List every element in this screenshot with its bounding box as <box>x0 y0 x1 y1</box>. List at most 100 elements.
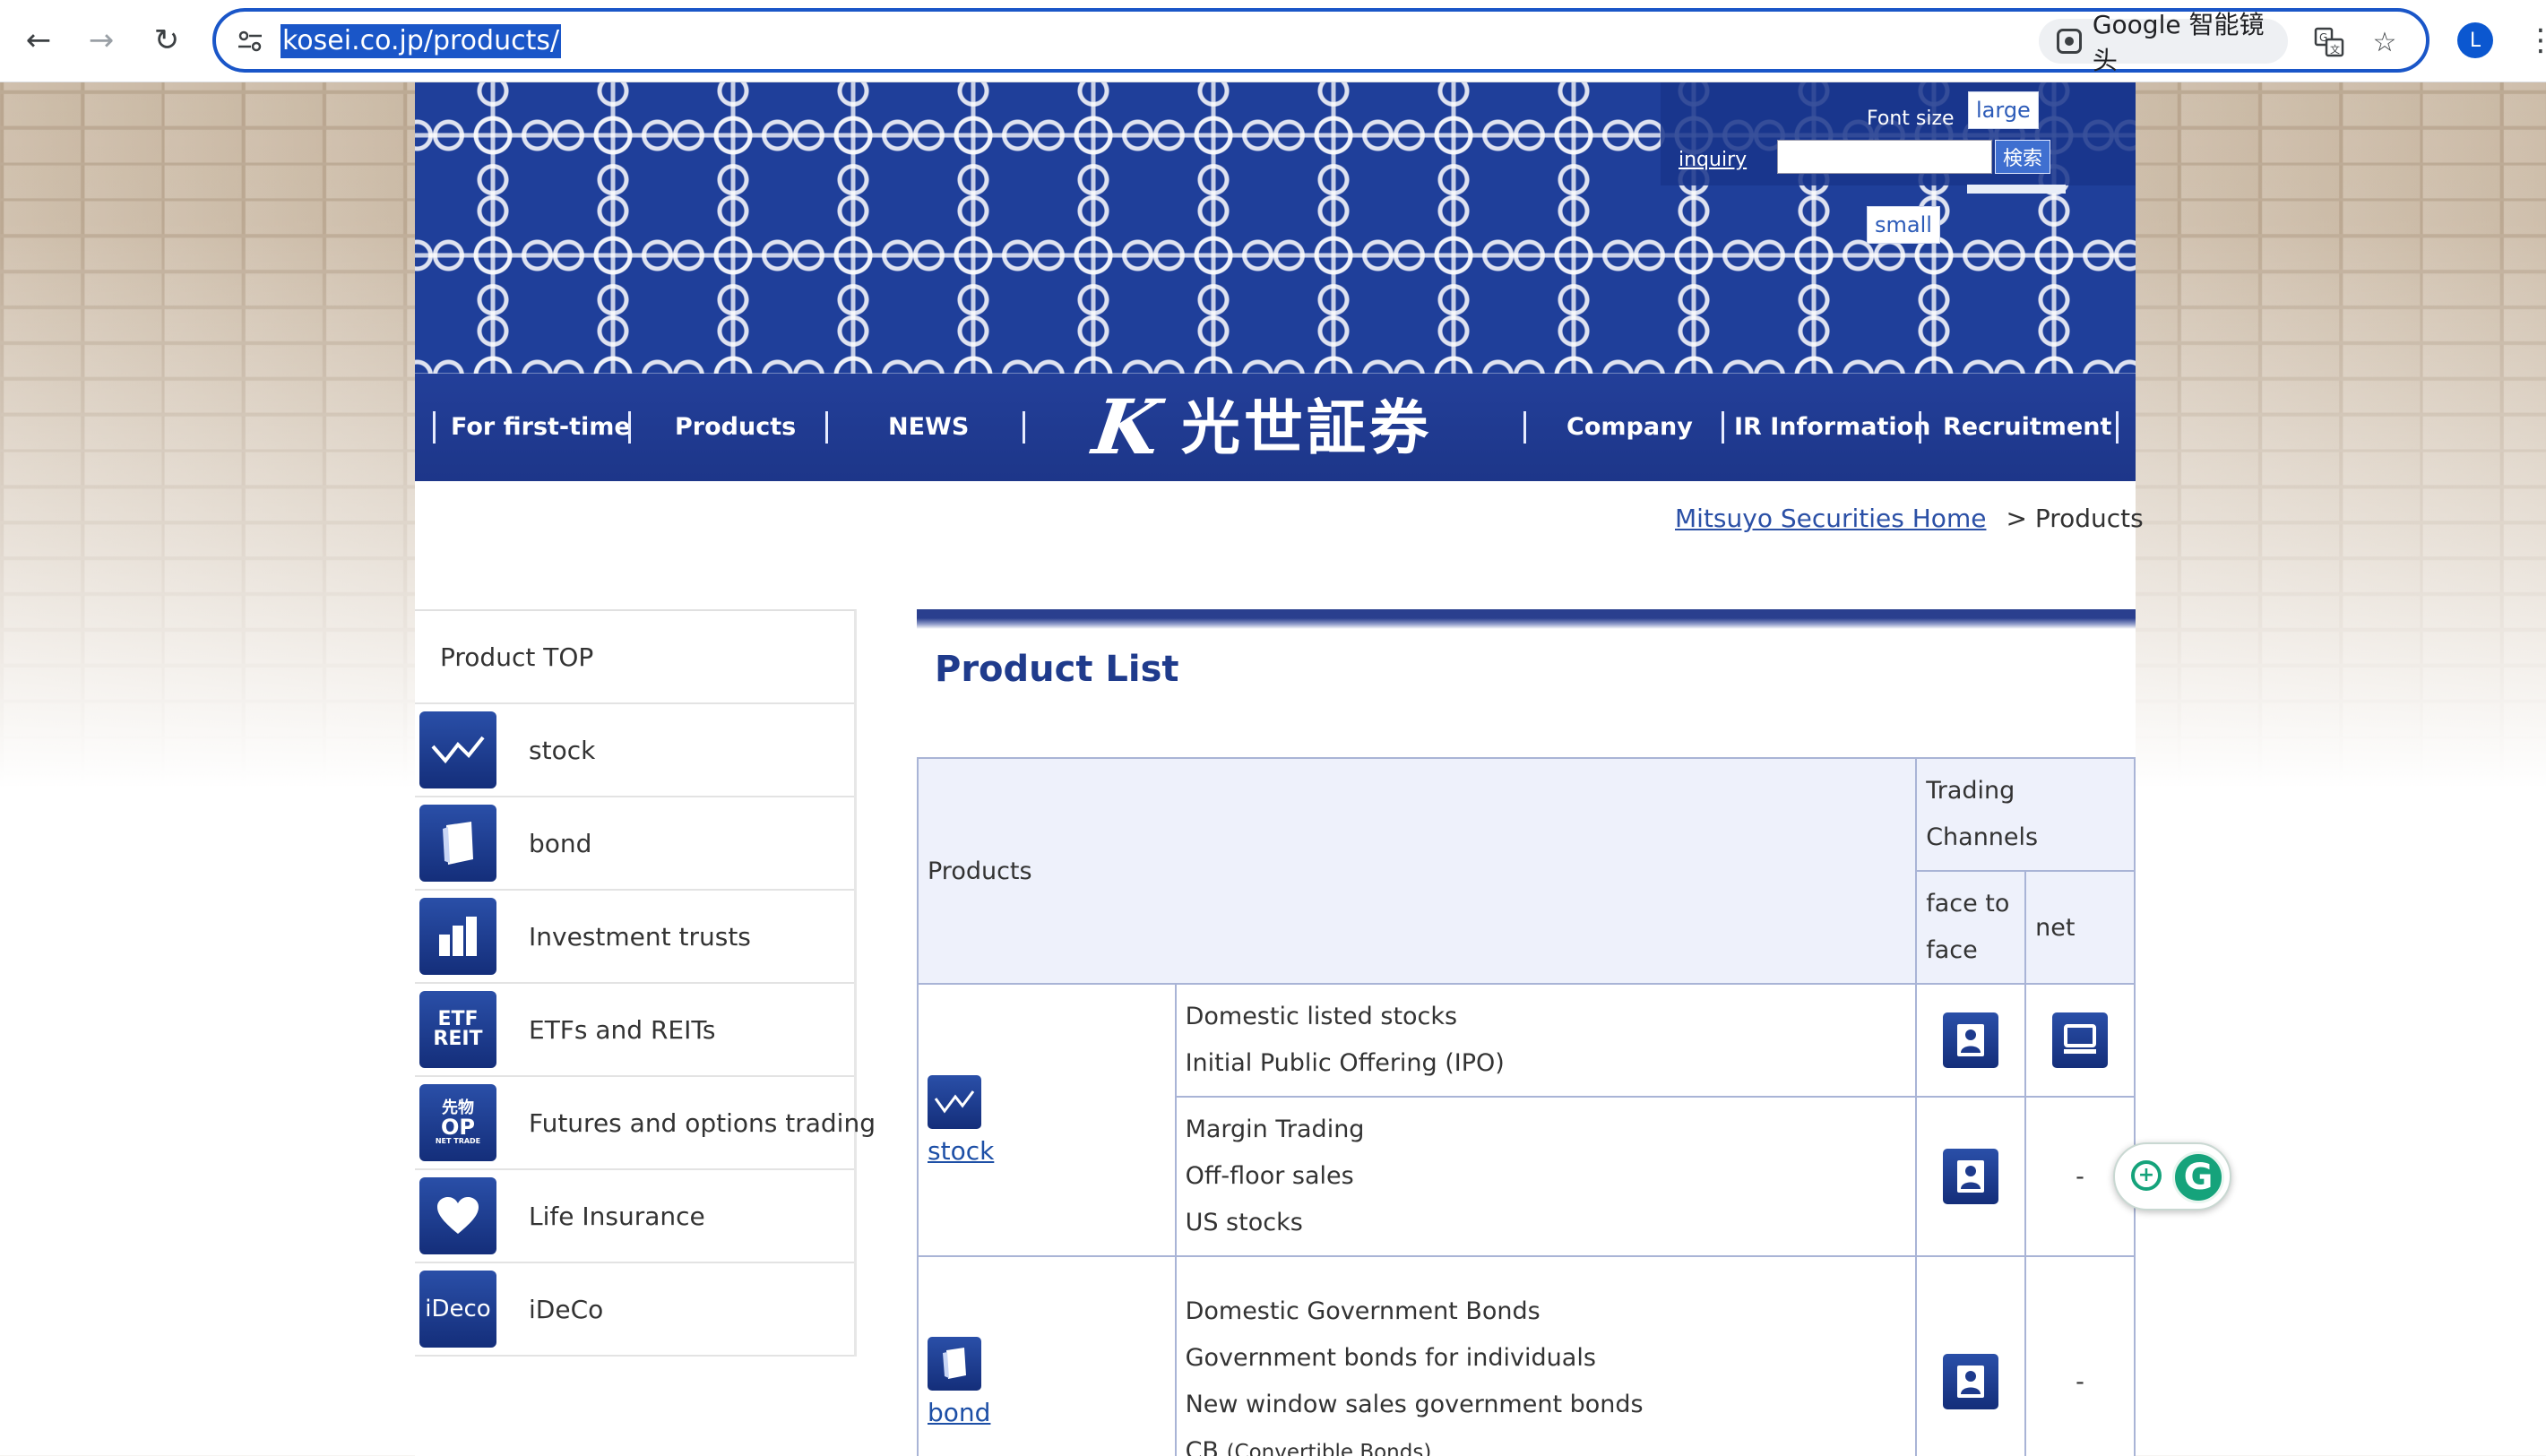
icon-text: NET TRADE <box>435 1137 481 1145</box>
nav-for-first-time[interactable]: For first-time <box>451 374 631 481</box>
header-divider <box>1967 185 2066 194</box>
product-name: CB (Convertible Bonds) <box>1186 1428 1907 1456</box>
header-face-to-face: face to face <box>1915 870 2027 985</box>
product-name: Initial Public Offering (IPO) <box>1185 1049 1505 1077</box>
nav-separator <box>825 411 828 444</box>
person-icon <box>1943 1149 1999 1204</box>
sidebar-item-stock[interactable]: stock <box>415 704 854 797</box>
grammarly-logo-icon[interactable]: G <box>2172 1151 2224 1203</box>
font-small-button[interactable]: small <box>1867 206 1940 244</box>
sidebar-item-label: stock <box>529 735 596 765</box>
logo-text: 光世証券 <box>1181 392 1433 462</box>
product-description: Margin Trading Off-floor sales US stocks <box>1174 1096 1918 1257</box>
sidebar-item-label: Investment trusts <box>529 921 751 952</box>
nav-separator <box>2116 411 2119 444</box>
chart-line-icon <box>928 1074 981 1129</box>
nav-company[interactable]: Company <box>1566 374 1693 481</box>
lens-icon <box>2057 29 2082 54</box>
product-name: Off-floor sales <box>1185 1162 1354 1190</box>
product-list-table: Products Trading Channels face to face n… <box>916 757 2136 1456</box>
star-icon[interactable]: ☆ <box>2365 22 2404 62</box>
reload-icon[interactable]: ↻ <box>146 20 187 61</box>
nav-recruitment[interactable]: Recruitment <box>1943 374 2111 481</box>
person-icon <box>1943 1012 1999 1068</box>
page-title: Product List <box>935 649 1179 690</box>
nav-separator <box>1722 411 1724 444</box>
main-navigation: For first-time Products NEWS K 光世証券 Comp… <box>415 374 2136 481</box>
site-search-input[interactable] <box>1777 140 1992 174</box>
product-sidebar: Product TOP stock bond Investment trusts… <box>415 609 876 1357</box>
google-lens-button[interactable]: Google 智能镜头 <box>2039 10 2288 75</box>
face-to-face-cell <box>1915 1096 2027 1257</box>
logo-mark: K <box>1088 383 1167 471</box>
sidebar-item-investment-trusts[interactable]: Investment trusts <box>415 891 854 984</box>
site-info-icon[interactable] <box>234 26 266 56</box>
product-name: Domestic listed stocks <box>1185 1003 1458 1030</box>
nav-separator <box>1023 411 1025 444</box>
product-name: New window sales government bonds <box>1185 1390 1644 1418</box>
icon-text: ETF <box>437 1008 479 1030</box>
nav-separator <box>628 411 631 444</box>
face-to-face-cell <box>1915 983 2027 1098</box>
font-size-label: Font size <box>1867 108 1955 130</box>
sidebar-item-label: bond <box>529 828 592 858</box>
computer-icon <box>2052 1012 2109 1068</box>
chart-line-icon <box>419 711 496 788</box>
category-link-stock[interactable]: stock <box>928 1136 1166 1166</box>
sidebar-item-bond[interactable]: bond <box>415 797 854 891</box>
profile-avatar[interactable]: L <box>2457 22 2493 58</box>
svg-text:文: 文 <box>2330 43 2340 56</box>
net-cell <box>2024 983 2136 1098</box>
nav-separator <box>1919 411 1921 444</box>
sidebar-item-label: Life Insurance <box>529 1201 705 1231</box>
content-header-rule <box>917 609 2136 629</box>
site-page: Font size large inquiry 検索 small For fir… <box>415 82 2144 1456</box>
nav-separator <box>1523 411 1526 444</box>
sidebar-item-product-top[interactable]: Product TOP <box>415 611 854 704</box>
mitsuyo-securities-logo[interactable]: K 光世証券 <box>1088 383 1471 471</box>
net-cell: - <box>2024 1255 2136 1456</box>
forward-arrow-icon[interactable]: → <box>81 20 122 61</box>
sidebar-item-ideco[interactable]: iDeco iDeCo <box>415 1263 854 1357</box>
product-name: Government bonds for individuals <box>1185 1343 1596 1372</box>
nav-news[interactable]: NEWS <box>888 374 969 481</box>
sidebar-item-label: ETFs and REITs <box>529 1014 716 1045</box>
header-products: Products <box>916 757 1918 985</box>
translate-icon[interactable]: G文 <box>2309 22 2349 62</box>
address-bar[interactable]: kosei.co.jp/products/ Google 智能镜头 G文 ☆ <box>212 8 2429 75</box>
futures-options-icon: 先物 OP NET TRADE <box>419 1084 496 1161</box>
document-icon <box>419 805 496 882</box>
nav-ir-information[interactable]: IR Information <box>1734 374 1930 481</box>
back-arrow-icon[interactable]: ← <box>18 20 59 61</box>
icon-text: REIT <box>433 1028 483 1050</box>
sidebar-item-life-insurance[interactable]: Life Insurance <box>415 1170 854 1263</box>
browser-toolbar: ← → ↻ kosei.co.jp/products/ Google 智能镜头 … <box>0 0 2546 82</box>
product-name: Margin Trading <box>1185 1116 1365 1143</box>
icon-text: OP <box>441 1115 475 1140</box>
url-text[interactable]: kosei.co.jp/products/ <box>280 24 562 58</box>
inquiry-link[interactable]: inquiry <box>1679 149 1747 171</box>
sidebar-item-futures-and-options[interactable]: 先物 OP NET TRADE Futures and options trad… <box>415 1077 876 1170</box>
nav-products[interactable]: Products <box>675 374 796 481</box>
icon-text: iDeco <box>425 1296 491 1322</box>
font-large-button[interactable]: large <box>1968 91 2039 129</box>
sidebar-item-etfs-and-reits[interactable]: ETF REIT ETFs and REITs <box>415 984 854 1077</box>
breadcrumb-home-link[interactable]: Mitsuyo Securities Home <box>1675 504 1986 533</box>
add-icon[interactable]: + <box>2131 1160 2162 1191</box>
breadcrumb: Mitsuyo Securities Home > Products <box>1675 504 2144 533</box>
document-icon <box>928 1336 981 1391</box>
grammarly-widget[interactable]: + G <box>2113 1142 2231 1210</box>
header-trading-channels: Trading Channels <box>1915 757 2136 872</box>
category-link-bond[interactable]: bond <box>928 1398 1166 1427</box>
nav-separator <box>433 411 436 444</box>
lens-label: Google 智能镜头 <box>2092 10 2265 75</box>
product-name: Domestic Government Bonds <box>1185 1297 1541 1325</box>
cb-note: (Convertible Bonds) <box>1226 1440 1432 1456</box>
kebab-menu-icon[interactable]: ⋮ <box>2525 20 2546 61</box>
header-net: net <box>2024 870 2136 985</box>
person-icon <box>1943 1354 1999 1409</box>
site-search-button[interactable]: 検索 <box>1995 140 2050 174</box>
face-to-face-cell <box>1915 1255 2027 1456</box>
cb-label: CB <box>1185 1436 1219 1456</box>
category-cell-stock: stock <box>917 983 1177 1257</box>
